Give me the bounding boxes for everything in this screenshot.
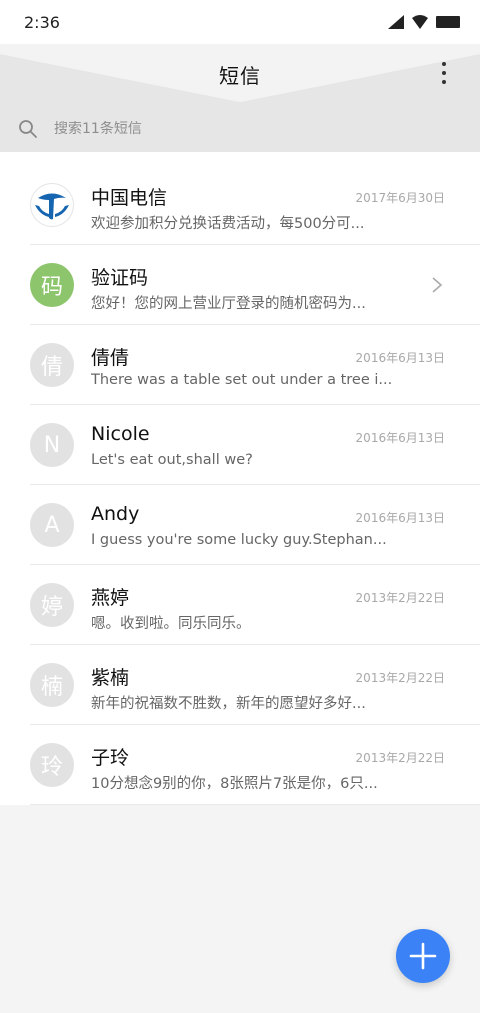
search-input[interactable] bbox=[54, 121, 414, 137]
conversation-body: 紫楠 2013年2月22日 新年的祝福数不胜数，新年的愿望好多好... bbox=[91, 645, 445, 725]
conversation-item[interactable]: A Andy 2016年6月13日 I guess you're some lu… bbox=[0, 485, 480, 565]
message-date: 2016年6月13日 bbox=[355, 351, 445, 365]
status-bar: 2:36 bbox=[0, 0, 480, 44]
wifi-icon bbox=[412, 15, 428, 29]
message-date: 2013年2月22日 bbox=[355, 591, 445, 605]
conversation-item[interactable]: N Nicole 2016年6月13日 Let's eat out,shall … bbox=[0, 405, 480, 485]
message-preview: 您好！您的网上营业厅登录的随机密码为... bbox=[91, 296, 366, 312]
contact-name: 验证码 bbox=[91, 267, 149, 289]
more-vertical-icon bbox=[442, 62, 446, 66]
battery-icon bbox=[436, 16, 460, 28]
conversation-body: 中国电信 2017年6月30日 欢迎参加积分兑换话费活动，每500分可... bbox=[91, 165, 445, 245]
conversation-body: 子玲 2013年2月22日 10分想念9别的你，8张照片7张是你，6只... bbox=[91, 725, 445, 805]
conversation-body: 倩倩 2016年6月13日 There was a table set out … bbox=[91, 325, 445, 405]
divider bbox=[30, 804, 480, 805]
more-vertical-icon-dot bbox=[442, 80, 446, 84]
conversation-item[interactable]: 倩 倩倩 2016年6月13日 There was a table set ou… bbox=[0, 325, 480, 405]
status-time: 2:36 bbox=[24, 12, 60, 32]
conversation-item[interactable]: 婷 燕婷 2013年2月22日 嗯。收到啦。同乐同乐。 bbox=[0, 565, 480, 645]
message-preview: 新年的祝福数不胜数，新年的愿望好多好... bbox=[91, 696, 366, 712]
message-date: 2017年6月30日 bbox=[355, 191, 445, 205]
message-preview: 嗯。收到啦。同乐同乐。 bbox=[91, 616, 251, 632]
message-date: 2016年6月13日 bbox=[355, 511, 445, 525]
contact-name: 紫楠 bbox=[91, 667, 130, 689]
contact-name: 倩倩 bbox=[91, 347, 130, 369]
conversation-item[interactable]: 楠 紫楠 2013年2月22日 新年的祝福数不胜数，新年的愿望好多好... bbox=[0, 645, 480, 725]
message-preview: Let's eat out,shall we? bbox=[91, 452, 253, 468]
search-icon bbox=[19, 120, 37, 138]
message-date: 2013年2月22日 bbox=[355, 751, 445, 765]
avatar: 婷 bbox=[30, 583, 74, 627]
contact-name: Andy bbox=[91, 503, 140, 525]
avatar: 玲 bbox=[30, 743, 74, 787]
conversation-item[interactable]: 码 验证码 您好！您的网上营业厅登录的随机密码为... bbox=[0, 245, 480, 325]
page-title: 短信 bbox=[219, 64, 261, 88]
contact-name: 中国电信 bbox=[91, 187, 168, 209]
more-options-button[interactable] bbox=[432, 58, 456, 88]
conversation-list: 中国电信 2017年6月30日 欢迎参加积分兑换话费活动，每500分可... 码… bbox=[0, 152, 480, 805]
avatar: 码 bbox=[30, 263, 74, 307]
cellular-signal-icon bbox=[388, 15, 404, 29]
chevron-right-icon bbox=[432, 277, 443, 293]
contact-name: Nicole bbox=[91, 423, 150, 445]
avatar bbox=[30, 183, 74, 227]
plus-icon bbox=[409, 942, 437, 970]
contact-name: 燕婷 bbox=[91, 587, 130, 609]
conversation-item[interactable]: 中国电信 2017年6月30日 欢迎参加积分兑换话费活动，每500分可... bbox=[0, 165, 480, 245]
search-bar[interactable] bbox=[0, 106, 480, 152]
message-date: 2016年6月13日 bbox=[355, 431, 445, 445]
avatar: N bbox=[30, 423, 74, 467]
conversation-body: 验证码 您好！您的网上营业厅登录的随机密码为... bbox=[91, 245, 443, 325]
conversation-item[interactable]: 玲 子玲 2013年2月22日 10分想念9别的你，8张照片7张是你，6只... bbox=[0, 725, 480, 805]
avatar: A bbox=[30, 503, 74, 547]
status-icons bbox=[388, 15, 460, 29]
conversation-body: Nicole 2016年6月13日 Let's eat out,shall we… bbox=[91, 405, 445, 485]
app-header: 短信 bbox=[0, 44, 480, 106]
more-vertical-icon-dot bbox=[442, 71, 446, 75]
avatar: 倩 bbox=[30, 343, 74, 387]
china-telecom-logo-icon bbox=[35, 193, 69, 220]
message-preview: 欢迎参加积分兑换话费活动，每500分可... bbox=[91, 216, 365, 232]
message-date: 2013年2月22日 bbox=[355, 671, 445, 685]
conversation-body: Andy 2016年6月13日 I guess you're some luck… bbox=[91, 485, 445, 565]
message-preview: There was a table set out under a tree i… bbox=[91, 372, 391, 388]
contact-name: 子玲 bbox=[91, 747, 130, 769]
avatar: 楠 bbox=[30, 663, 74, 707]
messages-screen: 2:36 短信 搜索11条短信 中国电信 2017年6月30日 欢迎参加积分兑换… bbox=[0, 0, 480, 1013]
message-preview: I guess you're some lucky guy.Stephan... bbox=[91, 532, 387, 548]
message-preview: 10分想念9别的你，8张照片7张是你，6只... bbox=[91, 776, 378, 792]
compose-button[interactable] bbox=[396, 929, 450, 983]
conversation-body: 燕婷 2013年2月22日 嗯。收到啦。同乐同乐。 bbox=[91, 565, 445, 645]
